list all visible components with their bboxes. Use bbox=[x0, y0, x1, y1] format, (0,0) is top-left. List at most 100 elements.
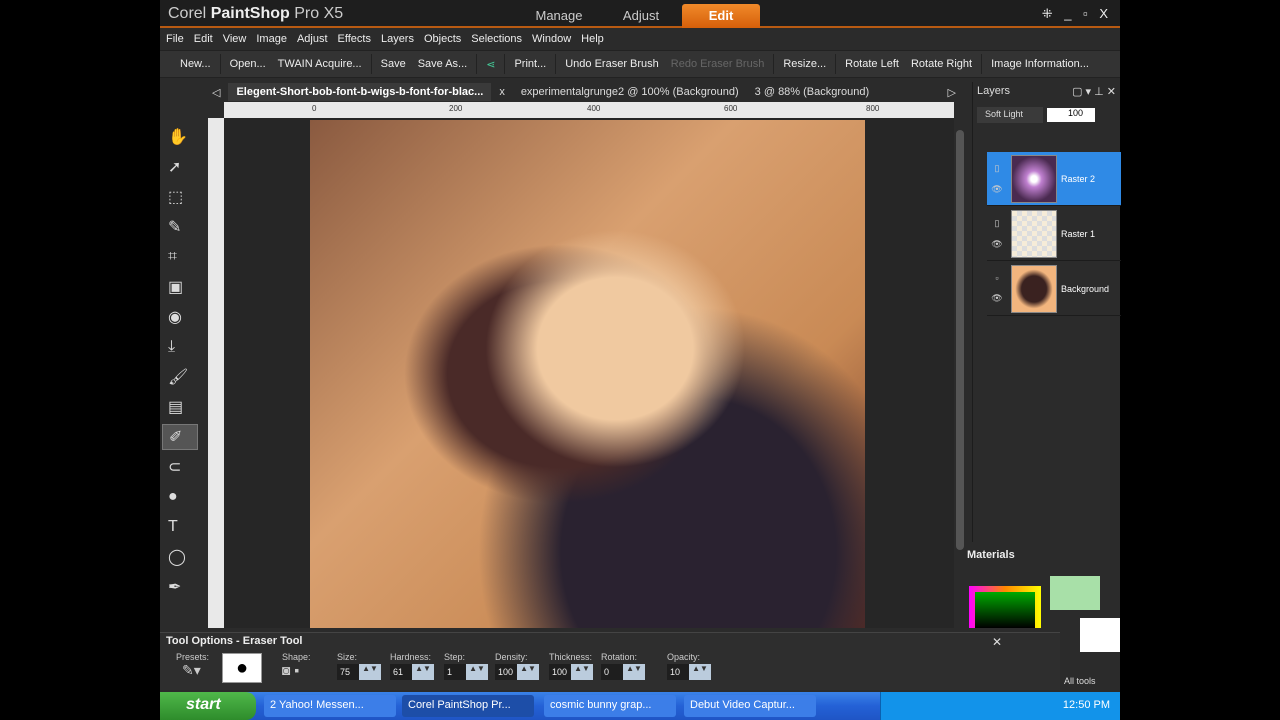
density-field[interactable]: Density: 100 ▲▼ bbox=[495, 652, 539, 680]
background-color-swatch[interactable] bbox=[1080, 618, 1120, 652]
layer-background[interactable]: ▫ 👁 Background bbox=[987, 262, 1121, 316]
ruler-tick: 400 bbox=[587, 104, 601, 113]
crop-tool-icon[interactable]: ⌗ bbox=[162, 244, 198, 270]
layer-name: Raster 1 bbox=[1061, 228, 1096, 239]
menu-image[interactable]: Image bbox=[254, 33, 295, 45]
doc-tab[interactable]: experimentalgrunge2 @ 100% (Background) bbox=[513, 86, 747, 98]
menu-objects[interactable]: Objects bbox=[422, 33, 469, 45]
selection-tool-icon[interactable]: ⬚ bbox=[162, 184, 198, 210]
ruler-top: 0 200 400 600 800 bbox=[224, 102, 954, 118]
picture-tube-tool-icon[interactable]: ⊂ bbox=[162, 454, 198, 480]
image-information-button[interactable]: Image Information... bbox=[985, 58, 1095, 70]
layer-opacity-input[interactable]: 100 bbox=[1047, 108, 1095, 122]
tabs-scroll-left-icon[interactable]: ◁ bbox=[204, 86, 228, 99]
hardness-field[interactable]: Hardness: 61 ▲▼ bbox=[390, 652, 434, 680]
layer-thumbnail bbox=[1011, 154, 1057, 203]
taskbar-chrome[interactable]: cosmic bunny grap... bbox=[544, 695, 676, 717]
dropper-tool-icon[interactable]: ✎ bbox=[162, 214, 198, 240]
tab-adjust[interactable]: Adjust bbox=[602, 4, 680, 28]
visibility-eye-icon[interactable]: 👁 bbox=[991, 239, 1002, 250]
taskbar-yahoo-messenger[interactable]: 2 Yahoo! Messen... bbox=[264, 695, 396, 717]
ruler-tick: 200 bbox=[449, 104, 463, 113]
thickness-field[interactable]: Thickness: 100 ▲▼ bbox=[549, 652, 593, 680]
layer-raster-1[interactable]: ▯ 👁 Raster 1 bbox=[987, 207, 1121, 261]
doc-tab-active[interactable]: Elegent-Short-bob-font-b-wigs-b-font-for… bbox=[228, 83, 492, 101]
brush-preview[interactable]: ● bbox=[222, 653, 262, 683]
share-icon[interactable]: ⋖ bbox=[480, 58, 501, 71]
blend-mode-select[interactable]: Soft Light bbox=[977, 107, 1043, 123]
close-icon[interactable]: ✕ bbox=[992, 635, 1002, 649]
color-replacer-tool-icon[interactable]: ● bbox=[162, 484, 198, 510]
foreground-color-swatch[interactable] bbox=[1050, 576, 1100, 610]
tools-toolbar: ✋ ➚ ⬚ ✎ ⌗ ▣ ◉ ⤓ 🖌 ▤ ✐ ⊂ ● T ◯ ✒ bbox=[160, 120, 204, 630]
menu-help[interactable]: Help bbox=[579, 33, 612, 45]
pan-tool-icon[interactable]: ✋ bbox=[162, 124, 198, 150]
doc-tab[interactable]: 3 @ 88% (Background) bbox=[747, 86, 878, 98]
preset-shape-tool-icon[interactable]: ◯ bbox=[162, 544, 198, 570]
rotation-field[interactable]: Rotation: 0 ▲▼ bbox=[601, 652, 645, 680]
clone-tool-icon[interactable]: ⤓ bbox=[162, 334, 198, 360]
menu-bar: File Edit View Image Adjust Effects Laye… bbox=[160, 28, 1120, 50]
menu-effects[interactable]: Effects bbox=[336, 33, 379, 45]
undo-button[interactable]: Undo Eraser Brush bbox=[559, 58, 665, 70]
system-tray: 12:50 PM bbox=[880, 692, 1120, 720]
image-canvas[interactable] bbox=[310, 120, 865, 628]
opacity-field[interactable]: Opacity: 10 ▲▼ bbox=[667, 652, 711, 680]
paint-brush-tool-icon[interactable]: 🖌 bbox=[162, 364, 198, 390]
tool-options-palette: Tool Options - Eraser Tool ✕ Presets: ✎▾ … bbox=[160, 632, 1060, 690]
open-button[interactable]: Open... bbox=[224, 58, 272, 70]
color-picker[interactable] bbox=[969, 586, 1041, 628]
menu-window[interactable]: Window bbox=[530, 33, 579, 45]
ruler-tick: 800 bbox=[866, 104, 880, 113]
menu-file[interactable]: File bbox=[164, 33, 192, 45]
menu-edit[interactable]: Edit bbox=[192, 33, 221, 45]
shape-option[interactable]: Shape: ◙ ▪ bbox=[282, 652, 311, 678]
window-controls[interactable]: ⁜ _ ▫ X bbox=[1042, 6, 1112, 22]
red-eye-tool-icon[interactable]: ◉ bbox=[162, 304, 198, 330]
doc-tab-close-icon[interactable]: x bbox=[491, 86, 513, 98]
title-bar: Corel PaintShop Pro X5 Manage Adjust Edi… bbox=[160, 0, 1120, 28]
all-tools-label[interactable]: All tools bbox=[1064, 676, 1096, 686]
layer-raster-2[interactable]: ▯ 👁 Raster 2 bbox=[987, 152, 1121, 206]
new-button[interactable]: New... bbox=[174, 58, 217, 70]
visibility-eye-icon[interactable]: 👁 bbox=[991, 293, 1002, 304]
gradient-tool-icon[interactable]: ▤ bbox=[162, 394, 198, 420]
menu-layers[interactable]: Layers bbox=[379, 33, 422, 45]
straighten-tool-icon[interactable]: ▣ bbox=[162, 274, 198, 300]
rotate-right-button[interactable]: Rotate Right bbox=[905, 58, 978, 70]
menu-view[interactable]: View bbox=[221, 33, 255, 45]
visibility-eye-icon[interactable]: 👁 bbox=[991, 184, 1002, 195]
text-tool-icon[interactable]: T bbox=[162, 514, 198, 540]
taskbar-paintshop[interactable]: Corel PaintShop Pr... bbox=[402, 695, 534, 717]
menu-adjust[interactable]: Adjust bbox=[295, 33, 336, 45]
rotate-left-button[interactable]: Rotate Left bbox=[839, 58, 905, 70]
palette-controls[interactable]: ▢ ▾ ⊥ ✕ bbox=[1072, 85, 1116, 98]
ruler-tick: 600 bbox=[724, 104, 738, 113]
app-logo: Corel PaintShop Pro X5 bbox=[168, 5, 344, 22]
layer-thumbnail bbox=[1011, 264, 1057, 313]
layer-link-icon[interactable]: ▯ bbox=[995, 218, 1000, 229]
tabs-scroll-right-icon[interactable]: ▷ bbox=[940, 86, 964, 99]
layer-name: Background bbox=[1061, 283, 1110, 294]
start-button[interactable]: start bbox=[160, 692, 256, 720]
tab-manage[interactable]: Manage bbox=[520, 4, 598, 28]
pick-tool-icon[interactable]: ➚ bbox=[162, 154, 198, 180]
save-as-button[interactable]: Save As... bbox=[412, 58, 474, 70]
document-tabs: ◁ Elegent-Short-bob-font-b-wigs-b-font-f… bbox=[204, 82, 964, 102]
presets[interactable]: Presets: ✎▾ bbox=[176, 652, 209, 679]
print-button[interactable]: Print... bbox=[508, 58, 552, 70]
twain-button[interactable]: TWAIN Acquire... bbox=[272, 58, 368, 70]
taskbar-debut[interactable]: Debut Video Captur... bbox=[684, 695, 816, 717]
menu-selections[interactable]: Selections bbox=[469, 33, 530, 45]
pen-tool-icon[interactable]: ✒ bbox=[162, 574, 198, 600]
resize-button[interactable]: Resize... bbox=[777, 58, 832, 70]
step-field[interactable]: Step: 1 ▲▼ bbox=[444, 652, 488, 680]
layer-link-icon[interactable]: ▫ bbox=[995, 273, 998, 283]
redo-button[interactable]: Redo Eraser Brush bbox=[665, 58, 771, 70]
tab-edit[interactable]: Edit bbox=[682, 4, 760, 28]
eraser-tool-icon[interactable]: ✐ bbox=[162, 424, 198, 450]
layers-title: Layers bbox=[977, 85, 1011, 97]
layer-link-icon[interactable]: ▯ bbox=[995, 163, 1000, 174]
save-button[interactable]: Save bbox=[375, 58, 412, 70]
size-field[interactable]: Size: 75 ▲▼ bbox=[337, 652, 381, 680]
